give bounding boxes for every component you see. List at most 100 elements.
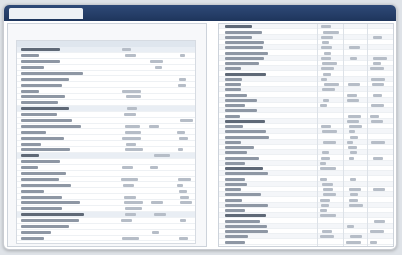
redacted-text: [321, 67, 335, 71]
redacted-text: [346, 240, 361, 244]
redacted-text: [225, 235, 249, 239]
redacted-text: [321, 203, 330, 207]
redacted-text: [21, 77, 69, 81]
table-row: [17, 236, 195, 242]
redacted-text: [21, 89, 39, 93]
redacted-text: [21, 107, 70, 111]
redacted-text: [225, 151, 248, 155]
redacted-text: [349, 46, 360, 50]
redacted-text: [321, 182, 333, 186]
window-tab[interactable]: [9, 8, 83, 19]
redacted-text: [153, 213, 166, 217]
redacted-text: [370, 240, 377, 244]
redacted-text: [346, 119, 359, 123]
redacted-text: [225, 46, 263, 50]
redacted-text: [21, 48, 60, 52]
redacted-text: [323, 98, 330, 102]
left-panel: [7, 23, 207, 247]
redacted-text: [348, 114, 362, 118]
redacted-text: [177, 183, 183, 187]
redacted-text: [225, 240, 246, 244]
redacted-text: [225, 156, 260, 160]
redacted-text: [149, 124, 160, 128]
redacted-text: [370, 67, 385, 71]
redacted-text: [178, 83, 187, 87]
redacted-text: [225, 51, 269, 55]
redacted-text: [179, 195, 189, 199]
redacted-text: [372, 188, 386, 192]
redacted-text: [121, 136, 142, 140]
redacted-text: [225, 93, 247, 97]
redacted-text: [322, 151, 329, 155]
redacted-text: [154, 65, 163, 69]
redacted-text: [372, 35, 383, 39]
redacted-text: [21, 154, 40, 158]
redacted-text: [349, 193, 359, 197]
redacted-text: [321, 230, 333, 234]
redacted-text: [349, 56, 358, 60]
redacted-text: [320, 177, 327, 181]
redacted-text: [348, 203, 363, 207]
redacted-text: [373, 56, 387, 60]
redacted-text: [126, 107, 138, 111]
redacted-text: [177, 148, 183, 152]
redacted-text: [123, 113, 136, 117]
redacted-text: [371, 77, 386, 81]
redacted-text: [347, 98, 359, 102]
redacted-text: [21, 160, 60, 164]
redacted-text: [225, 56, 265, 60]
redacted-text: [322, 62, 338, 66]
redacted-text: [348, 156, 355, 160]
redacted-text: [323, 188, 333, 192]
app-window: [3, 4, 397, 250]
redacted-text: [348, 198, 358, 202]
redacted-text: [323, 51, 332, 55]
redacted-text: [225, 109, 257, 113]
redacted-text: [179, 236, 188, 240]
redacted-text: [225, 35, 252, 39]
redacted-text: [121, 219, 133, 223]
redacted-text: [373, 93, 382, 97]
redacted-text: [225, 114, 240, 118]
redacted-text: [225, 62, 259, 66]
redacted-text: [321, 46, 332, 50]
redacted-text: [225, 25, 253, 29]
redacted-text: [180, 118, 194, 122]
redacted-text: [320, 161, 327, 165]
redacted-text: [348, 146, 357, 150]
redacted-text: [225, 177, 246, 181]
redacted-text: [124, 148, 144, 152]
redacted-text: [321, 88, 335, 92]
redacted-text: [21, 219, 80, 223]
redacted-text: [124, 195, 137, 199]
redacted-text: [21, 195, 62, 199]
redacted-text: [122, 89, 141, 93]
redacted-text: [225, 230, 268, 234]
redacted-text: [225, 72, 266, 76]
redacted-text: [21, 60, 60, 64]
redacted-text: [225, 224, 268, 228]
redacted-text: [21, 225, 69, 229]
redacted-text: [373, 219, 386, 223]
redacted-text: [21, 101, 58, 105]
redacted-text: [225, 167, 264, 171]
redacted-text: [225, 130, 266, 134]
redacted-text: [370, 114, 380, 118]
redacted-text: [225, 219, 261, 223]
redacted-text: [225, 77, 243, 81]
redacted-text: [225, 125, 244, 129]
redacted-text: [346, 93, 358, 97]
redacted-text: [21, 118, 73, 122]
redacted-text: [178, 177, 191, 181]
redacted-text: [322, 130, 337, 134]
redacted-text: [373, 156, 384, 160]
redacted-text: [21, 183, 71, 187]
redacted-text: [371, 119, 383, 123]
redacted-text: [124, 213, 137, 217]
redacted-text: [21, 136, 65, 140]
redacted-text: [322, 193, 337, 197]
redacted-text: [370, 140, 386, 144]
redacted-text: [323, 140, 336, 144]
redacted-text: [21, 130, 46, 134]
redacted-text: [349, 151, 358, 155]
